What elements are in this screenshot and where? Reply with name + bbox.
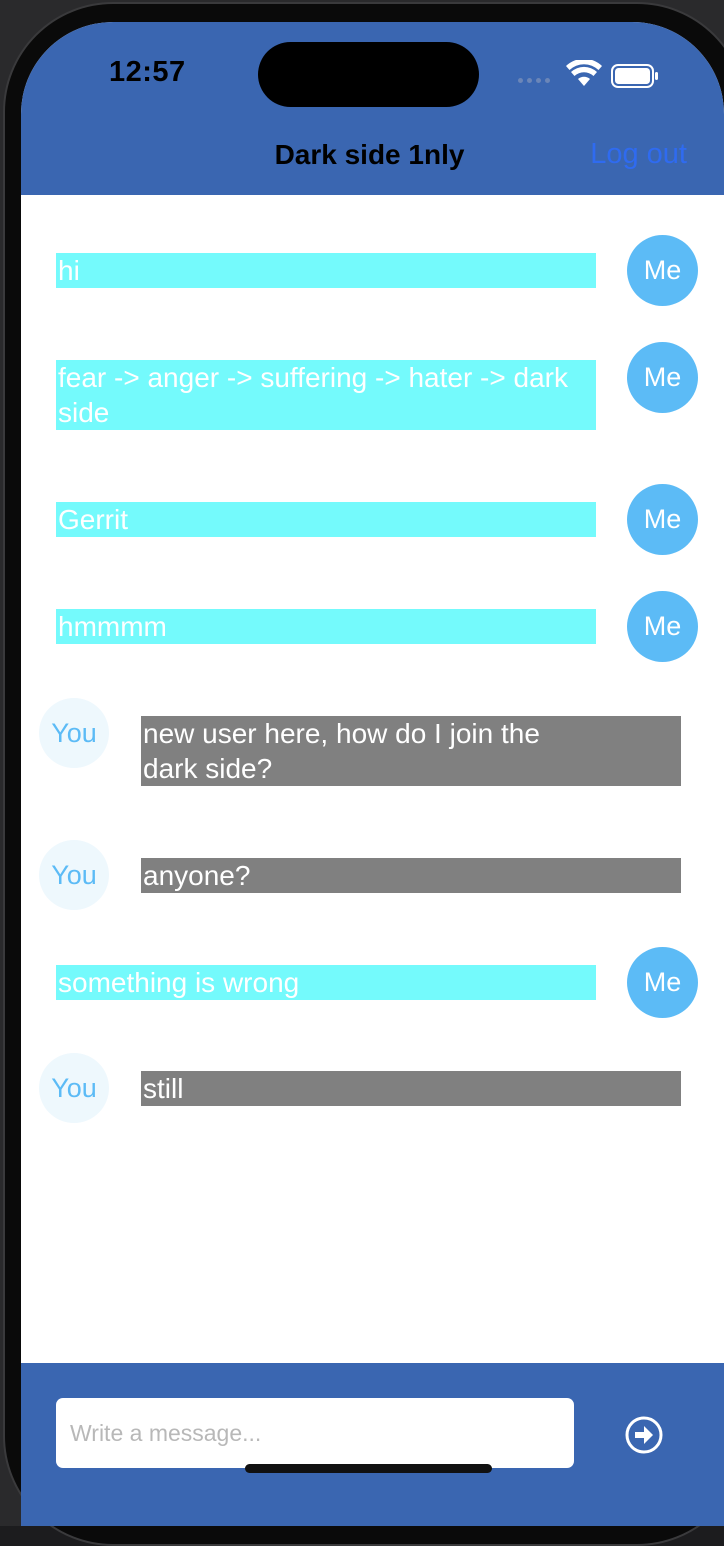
their-message-bubble: still: [141, 1071, 681, 1106]
signal-icon: [518, 78, 550, 83]
app-screen: 12:57 Dark side 1nly Log out hi Me fear …: [21, 22, 724, 1526]
send-icon[interactable]: [624, 1415, 664, 1455]
my-message-bubble: fear -> anger -> suffering -> hater -> d…: [56, 360, 596, 430]
home-indicator: [245, 1464, 492, 1473]
my-message-bubble: Gerrit: [56, 502, 596, 537]
my-message-bubble: hi: [56, 253, 596, 288]
their-message-bubble: anyone?: [141, 858, 681, 893]
my-message-bubble: hmmmm: [56, 609, 596, 644]
their-message-bubble: new user here, how do I join the dark si…: [141, 716, 681, 786]
my-avatar: Me: [627, 235, 698, 306]
top-bar: 12:57 Dark side 1nly Log out: [21, 22, 724, 195]
logout-button[interactable]: Log out: [590, 138, 687, 171]
their-avatar: You: [39, 1053, 109, 1123]
my-message-bubble: something is wrong: [56, 965, 596, 1000]
wifi-icon: [566, 60, 602, 86]
my-avatar: Me: [627, 947, 698, 1018]
message-list[interactable]: hi Me fear -> anger -> suffering -> hate…: [21, 195, 724, 1363]
phone-frame: 12:57 Dark side 1nly Log out hi Me fear …: [0, 0, 724, 1546]
dynamic-island: [258, 42, 479, 107]
their-avatar: You: [39, 840, 109, 910]
composer-bar: [21, 1363, 724, 1526]
their-avatar: You: [39, 698, 109, 768]
my-avatar: Me: [627, 484, 698, 555]
my-avatar: Me: [627, 591, 698, 662]
chat-title-text: Dark side 1nly: [274, 139, 465, 170]
battery-icon: [611, 64, 658, 88]
my-avatar: Me: [627, 342, 698, 413]
status-time: 12:57: [109, 56, 186, 88]
message-input[interactable]: [56, 1398, 574, 1468]
